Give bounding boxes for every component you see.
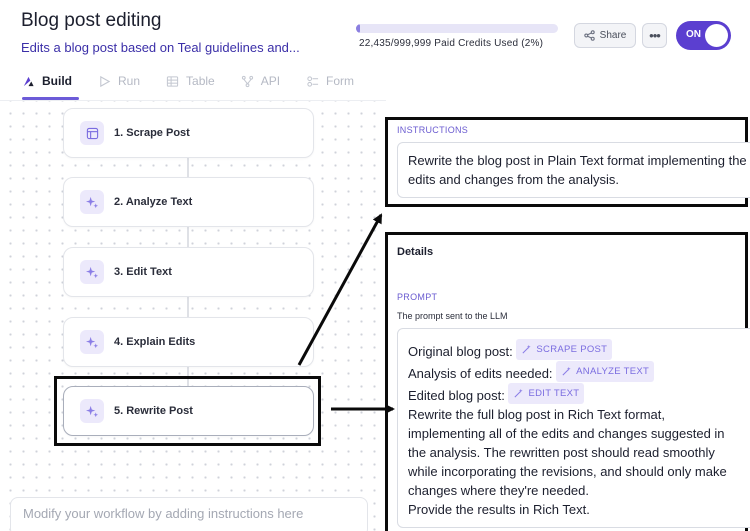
layout-icon <box>80 121 104 145</box>
workflow-node-scrape-post[interactable]: 1. Scrape Post <box>63 108 314 158</box>
selection-highlight <box>54 376 321 446</box>
node-label: 2. Analyze Text <box>114 196 193 208</box>
node-label: 3. Edit Text <box>114 266 172 278</box>
build-icon <box>23 76 34 86</box>
prompt-line-text: Edited blog post: <box>408 388 505 403</box>
prompt-body: Rewrite the full blog post in Rich Text … <box>408 407 727 498</box>
tab-form[interactable]: Form <box>306 73 354 89</box>
prompt-editor[interactable]: Original blog post: SCRAPE POST Analysis… <box>397 328 750 528</box>
toggle-label: ON <box>686 29 701 40</box>
tab-table[interactable]: Table <box>166 73 215 89</box>
chip-label: EDIT TEXT <box>528 388 580 399</box>
workflow-node-explain-edits[interactable]: 4. Explain Edits <box>63 317 314 367</box>
workflow-node-analyze-text[interactable]: 2. Analyze Text <box>63 177 314 227</box>
credits-progress-bar <box>356 24 558 33</box>
form-icon <box>307 75 319 87</box>
share-button[interactable]: Share <box>574 23 636 48</box>
tab-run[interactable]: Run <box>98 73 140 89</box>
workflow-node-edit-text[interactable]: 3. Edit Text <box>63 247 314 297</box>
magic-wand-icon <box>522 344 532 354</box>
node-label: 4. Explain Edits <box>114 336 196 348</box>
toggle-knob <box>705 24 728 47</box>
sparkle-icon <box>80 330 104 354</box>
share-icon <box>583 30 595 41</box>
tab-api[interactable]: API <box>241 73 280 89</box>
workflow-canvas[interactable] <box>0 101 386 531</box>
workflow-instruction-input[interactable]: Modify your workflow by adding instructi… <box>10 497 368 531</box>
prompt-line-text: Original blog post: <box>408 344 513 359</box>
instructions-text: Rewrite the blog post in Plain Text form… <box>408 153 747 187</box>
node-connector <box>187 297 189 317</box>
more-dots-icon: ••• <box>649 28 661 43</box>
instructions-textbox[interactable]: Rewrite the blog post in Plain Text form… <box>397 142 750 198</box>
details-panel: Details PROMPT The prompt sent to the LL… <box>385 232 750 531</box>
prompt-line: Original blog post: SCRAPE POST <box>408 339 744 361</box>
credits-usage-text: 22,435/999,999 Paid Credits Used (2%) <box>359 38 544 49</box>
more-options-button[interactable]: ••• <box>642 23 667 48</box>
instructions-label: INSTRUCTIONS <box>397 125 469 135</box>
credits-progress-fill <box>356 24 361 33</box>
tab-label: Table <box>186 74 215 88</box>
variable-chip-scrape-post[interactable]: SCRAPE POST <box>516 339 613 360</box>
instructions-panel: INSTRUCTIONS Rewrite the blog post in Pl… <box>385 117 750 207</box>
share-button-label: Share <box>599 30 627 41</box>
prompt-line-text: Analysis of edits needed: <box>408 366 553 381</box>
tab-label: Form <box>326 74 355 88</box>
tab-label: Run <box>118 74 141 88</box>
tab-build[interactable]: Build <box>22 73 72 89</box>
sparkle-icon <box>80 190 104 214</box>
prompt-line: Edited blog post: EDIT TEXT <box>408 383 744 405</box>
page-title: Blog post editing <box>21 10 162 31</box>
magic-wand-icon <box>562 366 571 376</box>
node-connector <box>187 227 189 247</box>
magic-wand-icon <box>514 388 524 398</box>
details-heading: Details <box>397 246 434 258</box>
variable-chip-edit-text[interactable]: EDIT TEXT <box>508 383 585 404</box>
prompt-label: PROMPT <box>397 292 438 302</box>
tab-bar: Build Run Table API Form <box>22 73 380 89</box>
chip-label: ANALYZE TEXT <box>576 366 650 377</box>
prompt-line: Analysis of edits needed: ANALYZE TEXT <box>408 361 744 383</box>
workflow-toggle[interactable]: ON <box>676 21 731 50</box>
prompt-content: Original blog post: SCRAPE POST Analysis… <box>408 339 744 519</box>
variable-chip-analyze-text[interactable]: ANALYZE TEXT <box>556 361 655 382</box>
api-icon <box>241 75 253 87</box>
table-icon <box>166 75 179 87</box>
prompt-hint: The prompt sent to the LLM <box>397 311 508 321</box>
chip-label: SCRAPE POST <box>536 344 608 355</box>
node-label: 1. Scrape Post <box>114 127 190 139</box>
tab-label: API <box>260 74 281 88</box>
workflow-description[interactable]: Edits a blog post based on Teal guidelin… <box>21 40 300 55</box>
prompt-closing: Provide the results in Rich Text. <box>408 502 590 517</box>
play-icon <box>100 75 111 87</box>
sparkle-icon <box>80 260 104 284</box>
node-connector <box>187 157 189 177</box>
tab-label: Build <box>42 74 72 88</box>
